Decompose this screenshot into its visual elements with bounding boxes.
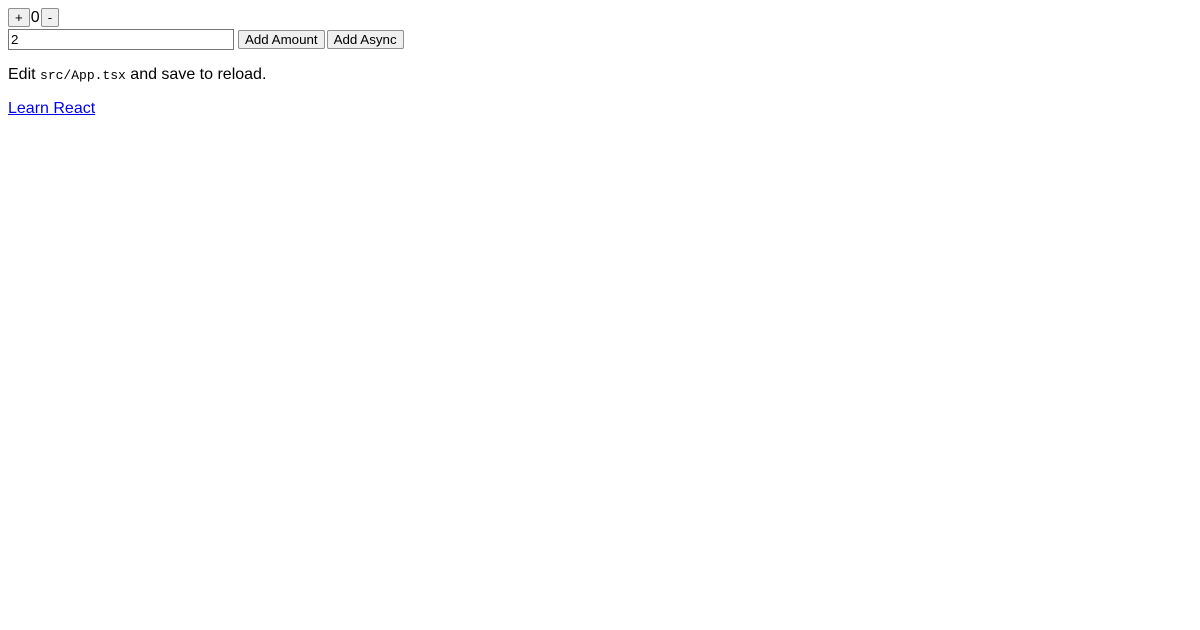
instruction-prefix: Edit — [8, 66, 40, 83]
add-amount-button[interactable]: Add Amount — [238, 30, 325, 49]
counter-row: + 0 - — [8, 8, 1192, 27]
increment-button[interactable]: + — [8, 8, 30, 27]
add-async-button[interactable]: Add Async — [327, 30, 404, 49]
instruction-code: src/App.tsx — [40, 68, 126, 83]
amount-row: Add Amount Add Async — [8, 29, 1192, 50]
decrement-button[interactable]: - — [41, 8, 59, 27]
counter-value: 0 — [30, 9, 41, 27]
instruction-text: Edit src/App.tsx and save to reload. — [8, 66, 1192, 84]
amount-input[interactable] — [8, 29, 234, 50]
learn-react-link[interactable]: Learn React — [8, 100, 95, 117]
instruction-suffix: and save to reload. — [126, 66, 267, 83]
